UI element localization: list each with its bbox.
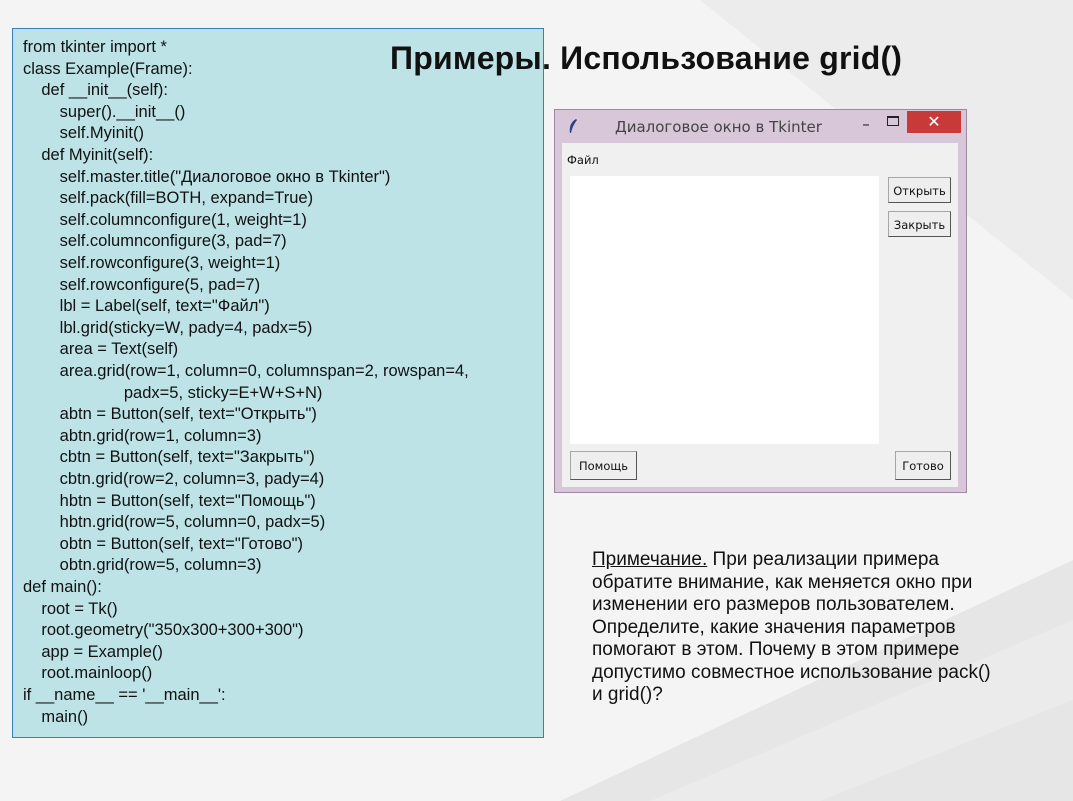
code-line: self.rowconfigure(5, pad=7) [23, 275, 261, 294]
feather-icon [569, 119, 577, 133]
code-panel: from tkinter import * class Example(Frame… [12, 28, 544, 738]
code-line: area = Text(self) [23, 340, 179, 359]
code-line: root.geometry("350x300+300+300") [23, 621, 304, 640]
open-button[interactable]: Открыть [888, 177, 951, 203]
code-line: area.grid(row=1, column=0, columnspan=2,… [23, 362, 469, 380]
code-line: hbtn = Button(self, text="Помощь") [23, 491, 316, 510]
code-line: cbtn = Button(self, text="Закрыть") [23, 448, 315, 467]
code-line: lbl.grid(sticky=W, pady=4, padx=5) [23, 318, 313, 337]
slide-title: Примеры. Использование grid() [390, 40, 903, 76]
code-line: abtn = Button(self, text="Открыть") [23, 405, 317, 424]
code-line: def __init__(self): [23, 81, 168, 100]
code-line: padx=5, sticky=E+W+S+N) [23, 383, 323, 402]
file-label: Файл [567, 153, 599, 167]
window-client-area: Файл Открыть Закрыть Помощь Готово [562, 143, 958, 487]
code-line: def Myinit(self): [23, 146, 154, 164]
window-titlebar[interactable]: Диалоговое окно в Tkinter – ✕ [555, 110, 966, 142]
maximize-icon[interactable] [887, 116, 899, 126]
code-line: self.master.title("Диалоговое окно в Tki… [23, 167, 391, 186]
help-button[interactable]: Помощь [570, 451, 637, 480]
code-line: obtn.grid(row=5, column=3) [23, 556, 262, 575]
close-icon[interactable]: ✕ [907, 111, 961, 133]
tkinter-window: Диалоговое окно в Tkinter – ✕ Файл Откры… [554, 109, 967, 493]
code-line: if __name__ == '__main__': [23, 686, 226, 704]
code-line: self.pack(fill=BOTH, expand=True) [23, 189, 314, 208]
code-line: lbl = Label(self, text="Файл") [23, 297, 270, 316]
code-line: root = Tk() [23, 599, 118, 618]
code-line: self.columnconfigure(3, pad=7) [23, 232, 287, 251]
done-button[interactable]: Готово [895, 451, 951, 480]
code-line: class Example(Frame): [23, 59, 193, 78]
code-line: main() [23, 707, 89, 726]
note-heading: Примечание. [592, 549, 708, 570]
note-text: При реализации примера обратите внимание… [592, 549, 991, 705]
code-line: hbtn.grid(row=5, column=0, padx=5) [23, 513, 326, 532]
code-line: super().__init__() [23, 102, 186, 121]
note: Примечание. При реализации примера обрат… [592, 549, 992, 707]
code-line: app = Example() [23, 642, 163, 661]
code-line: obtn = Button(self, text="Готово") [23, 534, 304, 553]
code-line: def main(): [23, 578, 102, 596]
code-line: self.Myinit() [23, 124, 145, 143]
code-line: from tkinter import * [23, 38, 167, 56]
code-line: cbtn.grid(row=2, column=3, pady=4) [23, 470, 325, 488]
code-line: self.rowconfigure(3, weight=1) [23, 254, 281, 272]
window-title: Диалоговое окно в Tkinter [615, 118, 822, 136]
code-line: root.mainloop() [23, 664, 153, 683]
close-button[interactable]: Закрыть [888, 211, 951, 237]
text-area[interactable] [570, 176, 879, 444]
code-line: self.columnconfigure(1, weight=1) [23, 210, 307, 229]
code-line: abtn.grid(row=1, column=3) [23, 426, 262, 445]
minimize-icon[interactable]: – [855, 115, 877, 133]
